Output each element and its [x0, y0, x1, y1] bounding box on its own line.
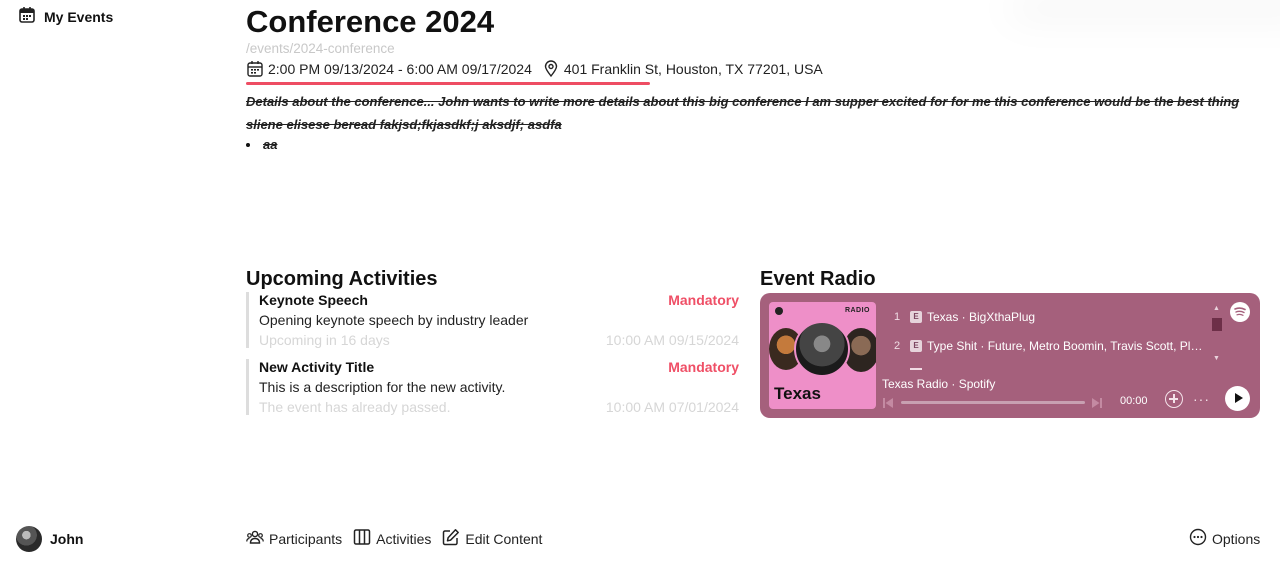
edit-content-button[interactable]: Edit Content — [442, 528, 542, 549]
options-button[interactable]: Options — [1189, 528, 1260, 549]
event-location-text: 401 Franklin St, Houston, TX 77201, USA — [563, 61, 823, 77]
radio-section-title: Event Radio — [760, 268, 876, 290]
play-button[interactable] — [1225, 386, 1250, 411]
sidebar-item-label: My Events — [44, 8, 114, 25]
description-bullet: aa — [246, 137, 277, 152]
activity-description: This is a description for the new activi… — [259, 379, 506, 395]
event-toolbar: Participants Activities Edit Content — [246, 528, 553, 549]
user-profile[interactable]: John — [16, 526, 83, 552]
bullet-dot — [246, 142, 250, 147]
edit-content-label: Edit Content — [465, 530, 543, 547]
user-name: John — [50, 531, 84, 547]
cover-title: Texas — [774, 384, 821, 403]
activities-section-title: Upcoming Activities — [246, 268, 438, 290]
activity-card[interactable]: New Activity Title Mandatory This is a d… — [246, 359, 739, 415]
activity-time: 10:00 AM 07/01/2024 — [605, 399, 739, 415]
spotify-embed-player: RADIO Texas 1 E Texas · BigXthaPlug 2 E … — [760, 293, 1260, 418]
progress-bar[interactable] — [901, 401, 1085, 404]
activity-card[interactable]: Keynote Speech Mandatory Opening keynote… — [246, 292, 739, 348]
edit-icon — [442, 528, 460, 549]
activity-status: The event has already passed. — [259, 399, 451, 415]
calendar-icon — [18, 6, 36, 27]
participants-button[interactable]: Participants — [246, 528, 342, 549]
event-meta: 2:00 PM 09/13/2024 - 6:00 AM 09/17/2024 … — [246, 60, 823, 78]
track-number: 2 — [894, 340, 901, 352]
activity-title: New Activity Title — [259, 359, 375, 375]
columns-icon — [353, 528, 371, 549]
activity-time: 10:00 AM 09/15/2024 — [605, 332, 739, 348]
bullet-text: aa — [263, 137, 278, 152]
track-divider — [910, 368, 922, 370]
track-row[interactable]: 2 E Type Shit · Future, Metro Boomin, Tr… — [894, 339, 1209, 353]
scroll-up-icon[interactable]: ▲ — [1213, 305, 1220, 312]
playback-time: 00:00 — [1120, 395, 1148, 407]
accent-underline — [246, 82, 650, 85]
activities-button[interactable]: Activities — [353, 528, 431, 549]
radio-cover-art[interactable]: RADIO Texas — [769, 302, 876, 409]
activity-description: Opening keynote speech by industry leade… — [259, 312, 529, 328]
calendar-icon — [246, 60, 264, 78]
event-datetime: 2:00 PM 09/13/2024 - 6:00 AM 09/17/2024 — [268, 61, 532, 77]
activity-status: Upcoming in 16 days — [259, 332, 390, 348]
scrollbar-thumb[interactable] — [1212, 318, 1222, 331]
mandatory-badge: Mandatory — [668, 292, 739, 308]
options-label: Options — [1212, 530, 1261, 547]
cover-radio-label: RADIO — [844, 307, 870, 314]
activities-label: Activities — [376, 530, 432, 547]
track-row[interactable]: 1 E Texas · BigXthaPlug — [894, 310, 1035, 324]
next-track-icon[interactable] — [1091, 396, 1103, 408]
radio-subtitle: Texas Radio · Spotify — [882, 377, 996, 391]
users-icon — [246, 528, 264, 549]
explicit-badge: E — [910, 311, 922, 323]
add-icon[interactable] — [1165, 390, 1183, 408]
sidebar-item-my-events[interactable]: My Events — [18, 6, 113, 27]
scroll-down-icon[interactable]: ▼ — [1213, 355, 1220, 362]
explicit-badge: E — [910, 340, 922, 352]
previous-track-icon[interactable] — [882, 396, 894, 408]
event-description: Details about the conference... John wan… — [246, 94, 1240, 132]
spotify-small-icon — [775, 307, 783, 315]
more-circle-icon — [1189, 528, 1207, 549]
map-pin-icon — [542, 60, 560, 78]
mandatory-badge: Mandatory — [668, 359, 739, 375]
artist-photo-center — [794, 321, 850, 377]
track-number: 1 — [894, 311, 901, 323]
avatar — [16, 526, 42, 552]
event-location[interactable]: 401 Franklin St, Houston, TX 77201, USA — [542, 60, 823, 78]
track-name: Texas · BigXthaPlug — [927, 310, 1036, 324]
spotify-icon[interactable] — [1230, 302, 1250, 322]
event-slug: /events/2024-conference — [246, 41, 395, 56]
track-name: Type Shit · Future, Metro Boomin, Travis… — [927, 339, 1209, 353]
more-options-icon[interactable]: ··· — [1193, 391, 1210, 407]
activity-title: Keynote Speech — [259, 292, 368, 308]
participants-label: Participants — [269, 530, 343, 547]
page-title: Conference 2024 — [246, 4, 495, 39]
